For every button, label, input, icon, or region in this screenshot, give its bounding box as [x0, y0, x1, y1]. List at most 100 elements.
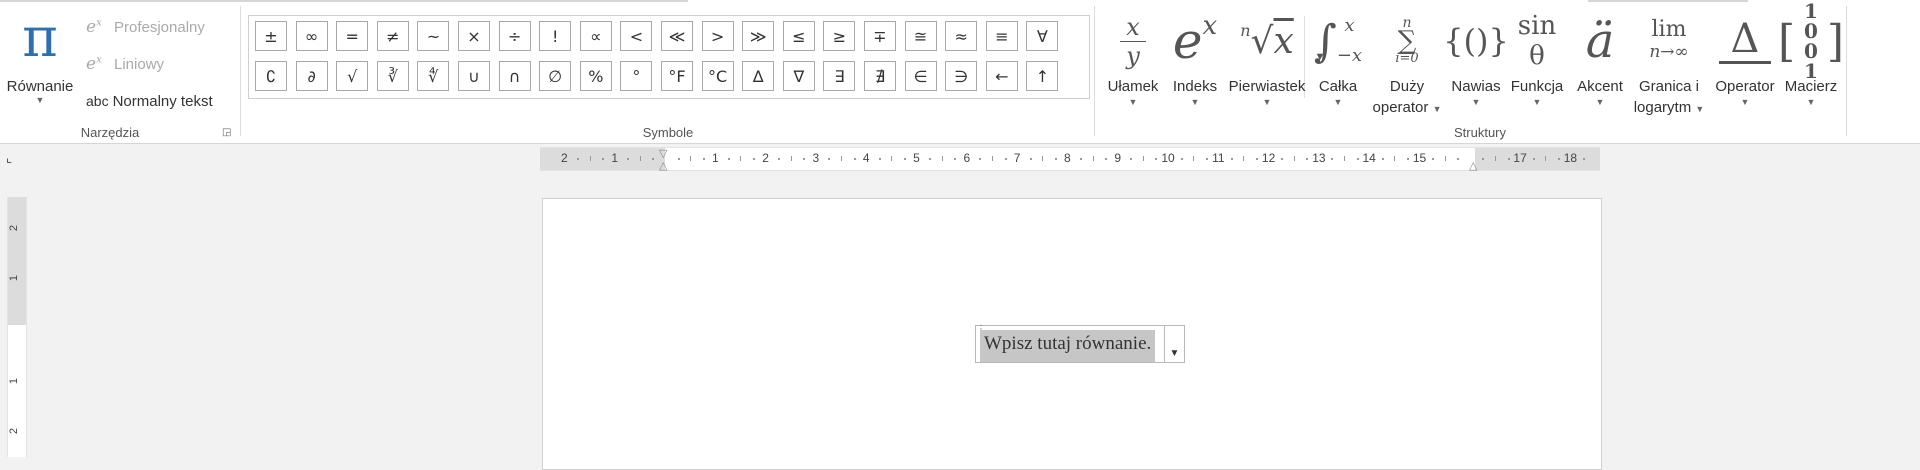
dialog-launcher-icon[interactable]: ◲: [222, 127, 231, 138]
normal-text-button[interactable]: abc Normalny tekst: [86, 88, 213, 114]
ruler-tick: [1331, 158, 1334, 160]
operator-label: Operator: [1715, 78, 1775, 95]
horizontal-ruler[interactable]: ▽ △ △ 2 1 1 2 3 4 5 6 7 8 9 10 11 12 13 14 15 17 18: [540, 147, 1600, 172]
symbol-button[interactable]: ←: [985, 61, 1018, 91]
bracket-label: Nawias: [1451, 78, 1501, 95]
chevron-down-icon: ▼: [1806, 97, 1816, 107]
symbol-button[interactable]: ∅: [539, 61, 572, 91]
ruler-number: 5: [913, 151, 920, 165]
symbol-button[interactable]: ∄: [864, 61, 896, 91]
symbol-button[interactable]: ↑: [1026, 61, 1059, 91]
ruler-tick: [1406, 158, 1409, 160]
function-button[interactable]: sin θ Funkcja ▼: [1506, 6, 1568, 107]
symbol-button[interactable]: ≥: [823, 21, 856, 51]
fraction-label: Ułamek: [1107, 78, 1159, 95]
equation-container[interactable]: ⋮ Wpisz tutaj równanie. ▼: [975, 325, 1185, 363]
symbol-button[interactable]: ∇: [782, 61, 815, 91]
accent-button[interactable]: ä Akcent ▼: [1568, 6, 1632, 107]
ruler-tick: [878, 158, 881, 160]
radical-button[interactable]: n √ x Pierwiastek ▼: [1224, 6, 1310, 108]
symbol-button[interactable]: ≪: [661, 21, 693, 51]
symbol-button[interactable]: ∀: [1026, 21, 1059, 51]
fraction-button[interactable]: xy Ułamek ▼: [1100, 6, 1166, 108]
professional-button[interactable]: ex Profesjonalny: [86, 14, 205, 40]
limit-icon: lim n→∞: [1649, 17, 1689, 63]
ruler-number: 3: [812, 151, 820, 165]
symbol-button[interactable]: ∃: [823, 61, 856, 91]
symbol-button[interactable]: %: [579, 61, 612, 91]
ruler-tick: [1205, 158, 1208, 160]
ruler-tick: [1130, 158, 1133, 160]
symbol-button[interactable]: ∩: [498, 61, 531, 91]
vertical-ruler[interactable]: 2 1 1 2: [7, 197, 27, 457]
matrix-button[interactable]: [1 00 1] Macierz ▼: [1778, 1, 1844, 107]
ruler-tick: [753, 158, 756, 160]
operator-button[interactable]: Δ Operator ▼: [1708, 6, 1782, 108]
ruler-tick: [677, 158, 680, 160]
symbol-button[interactable]: ×: [458, 21, 490, 51]
equation-button[interactable]: π Równanie ▼: [4, 8, 76, 112]
symbol-button[interactable]: ∝: [579, 21, 612, 51]
symbol-button[interactable]: ≅: [904, 21, 937, 51]
symbol-button[interactable]: =: [336, 21, 369, 51]
hanging-indent-icon[interactable]: △: [659, 159, 667, 172]
ruler-number: 18: [1563, 151, 1578, 165]
chevron-down-icon: ▼: [1333, 97, 1343, 107]
ruler-tick: [627, 158, 630, 160]
symbol-button[interactable]: ∞: [295, 21, 328, 51]
linear-button[interactable]: ex Liniowy: [86, 51, 164, 77]
symbol-button[interactable]: ≠: [376, 21, 409, 51]
symbol-button[interactable]: ÷: [498, 21, 531, 51]
ruler-tick: [1381, 158, 1384, 160]
symbol-button[interactable]: ∋: [945, 61, 978, 91]
symbol-button[interactable]: ≡: [985, 21, 1018, 51]
symbol-button[interactable]: °: [620, 61, 653, 91]
symbol-button[interactable]: >: [701, 21, 734, 51]
script-button[interactable]: ex Indeks ▼: [1164, 6, 1226, 107]
symbol-button[interactable]: ~: [417, 21, 450, 51]
group-separator: [240, 6, 241, 136]
symbol-button[interactable]: ∁: [255, 61, 287, 91]
ruler-tick: [1482, 158, 1485, 160]
symbol-button[interactable]: !: [539, 21, 572, 51]
equation-options-button[interactable]: ▼: [1164, 326, 1184, 362]
ruler-tick: [1054, 158, 1057, 160]
chevron-down-icon: ▼: [1169, 348, 1180, 359]
symbol-button[interactable]: ∛: [376, 61, 409, 91]
ruler-tick: [1079, 158, 1082, 160]
ruler-tick: [1394, 156, 1396, 161]
ruler-tick: [690, 156, 692, 161]
symbol-button[interactable]: √: [336, 61, 369, 91]
symbol-button[interactable]: ∆: [742, 61, 775, 91]
symbol-button[interactable]: ∈: [904, 61, 937, 91]
symbol-button[interactable]: °C: [701, 61, 734, 91]
right-indent-icon[interactable]: △: [1469, 159, 1477, 172]
symbol-button[interactable]: ≤: [782, 21, 815, 51]
equation-placeholder[interactable]: Wpisz tutaj równanie.: [980, 330, 1156, 362]
tab-selector-icon[interactable]: ⌞: [6, 150, 22, 166]
abc-icon: abc: [86, 93, 109, 109]
integral-button[interactable]: ∫ x −x Całka ▼: [1308, 6, 1368, 107]
ruler-tick: [1432, 158, 1435, 160]
large-operator-button[interactable]: n ∑ i=0 Duży operator ▼: [1368, 6, 1446, 120]
symbol-button[interactable]: <: [620, 21, 653, 51]
symbol-button[interactable]: ∓: [864, 21, 896, 51]
symbol-button[interactable]: ≈: [945, 21, 978, 51]
symbol-button[interactable]: °F: [661, 61, 693, 91]
limit-log-button[interactable]: lim n→∞ Granica i logarytm ▼: [1628, 6, 1710, 120]
ruler-tick: [576, 158, 579, 160]
limit-label-1: Granica i: [1638, 78, 1700, 95]
linear-format-icon: ex: [86, 54, 102, 74]
tools-group-label: Narzędzia: [80, 125, 140, 140]
chevron-down-icon: ▼: [1190, 97, 1200, 107]
symbol-button[interactable]: ∪: [458, 61, 490, 91]
ruler-tick: [1306, 158, 1309, 160]
symbol-button[interactable]: ≫: [742, 21, 775, 51]
chevron-down-icon: ▼: [1595, 97, 1605, 107]
ruler-tick: [1532, 158, 1535, 160]
symbol-button[interactable]: ∜: [417, 61, 450, 91]
bracket-button[interactable]: {()} Nawias ▼: [1443, 6, 1509, 107]
symbol-button[interactable]: ∂: [295, 61, 328, 91]
symbol-button[interactable]: ±: [255, 21, 287, 51]
limit-label-2: logarytm: [1633, 99, 1692, 116]
